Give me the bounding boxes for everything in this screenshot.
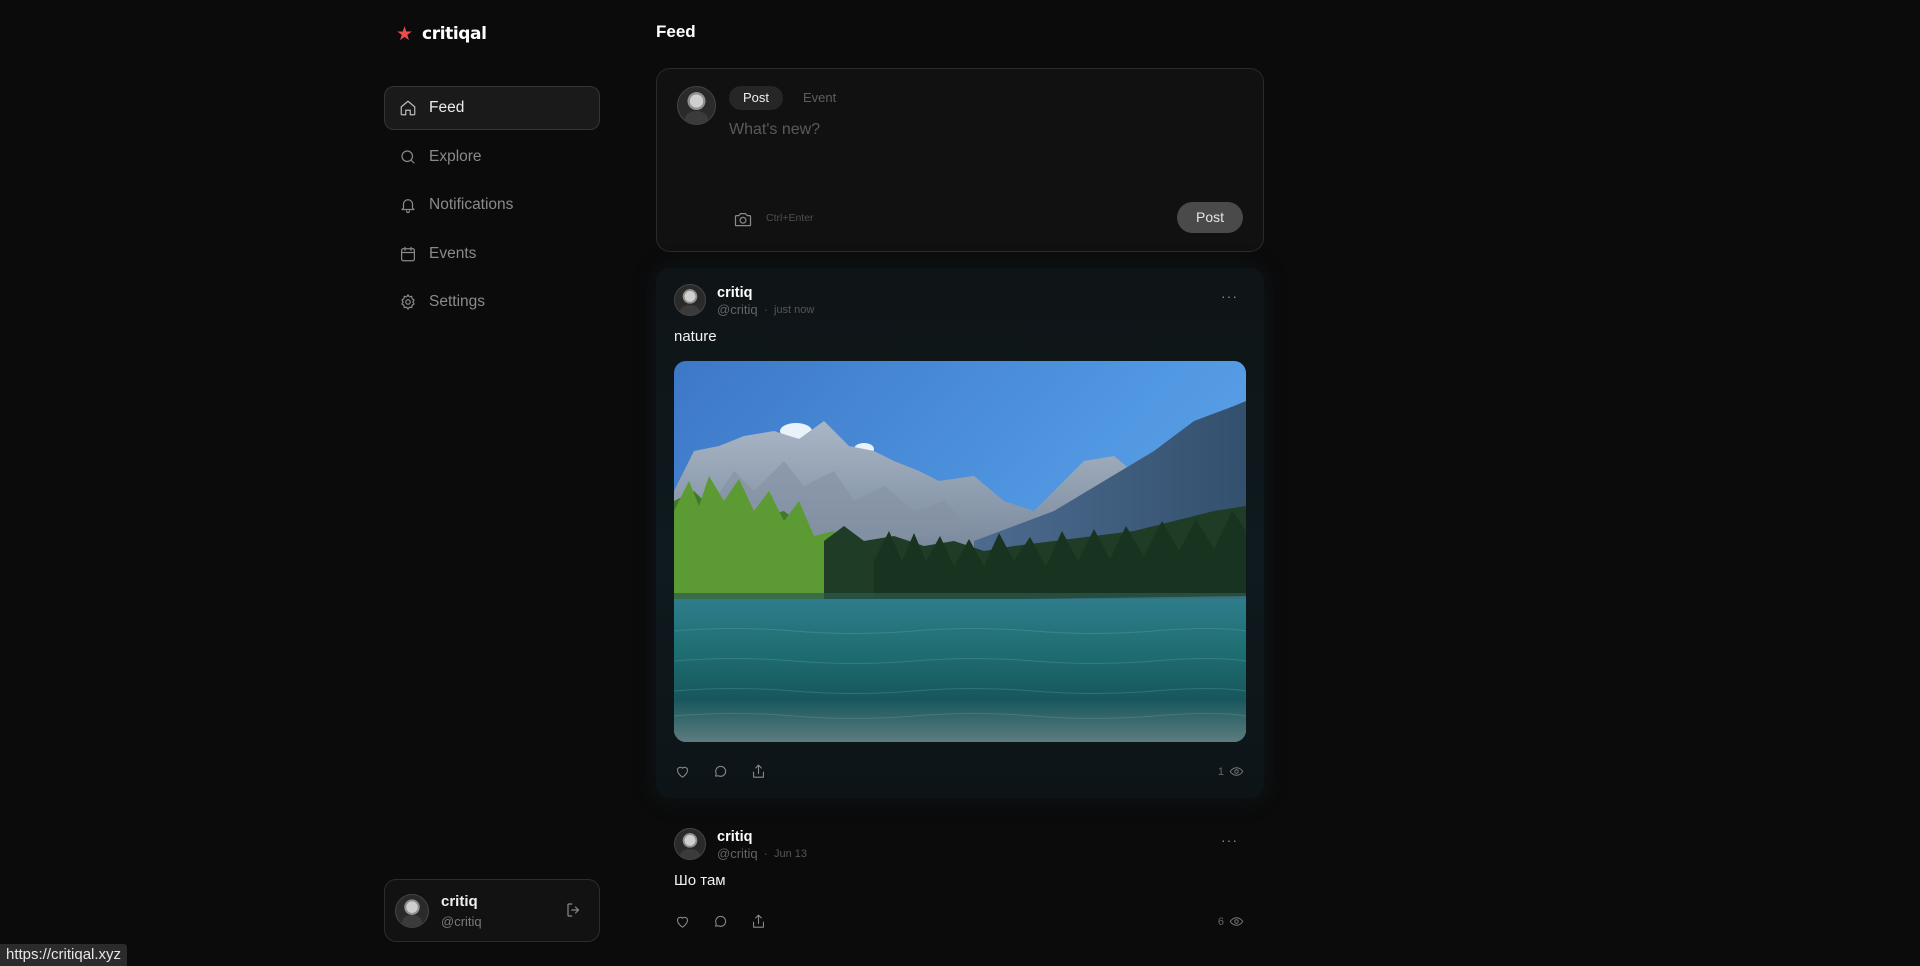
share-button[interactable]: [750, 763, 768, 781]
avatar: [677, 86, 716, 125]
sidebar-item-events[interactable]: Events: [384, 232, 600, 276]
share-button[interactable]: [750, 913, 768, 931]
current-user-card[interactable]: critiq @critiq: [384, 879, 600, 942]
like-button[interactable]: [674, 913, 692, 931]
comment-icon: [715, 915, 727, 927]
post-actions: [674, 763, 768, 781]
post-text: nature: [674, 328, 717, 345]
post-time: just now: [774, 303, 815, 316]
tab-post[interactable]: Post: [729, 86, 784, 110]
app: ★ critiqal Feed Explore Notifications Ev…: [0, 0, 1920, 966]
feed-post: critiq @critiq · just now ··· nature 1: [656, 268, 1264, 798]
post-actions: [674, 913, 768, 931]
sidebar-item-settings[interactable]: Settings: [384, 280, 600, 324]
comment-button[interactable]: [712, 913, 730, 931]
composer-tabs: Post Event: [729, 86, 850, 110]
home-icon: [400, 100, 416, 116]
view-count: 6: [1218, 914, 1244, 929]
post-time: Jun 13: [774, 847, 808, 860]
post-handle[interactable]: @critiq: [717, 846, 758, 861]
comment-button[interactable]: [712, 763, 730, 781]
meta-separator: ·: [763, 302, 768, 317]
user-name: critiq: [441, 892, 478, 910]
sidebar-item-label: Explore: [429, 147, 482, 165]
attach-photo-button[interactable]: [733, 209, 755, 231]
user-handle: @critiq: [441, 913, 482, 929]
bell-icon: [401, 199, 415, 214]
meta-separator: ·: [763, 846, 768, 861]
shortcut-hint: Ctrl+Enter: [766, 212, 814, 224]
post-text: Шо там: [674, 872, 726, 889]
comment-icon: [715, 765, 727, 777]
camera-icon: [734, 212, 752, 227]
sidebar: ★ critiqal Feed Explore Notifications Ev…: [384, 0, 600, 966]
like-button[interactable]: [674, 763, 692, 781]
calendar-icon: [401, 246, 415, 261]
heart-icon: [677, 766, 688, 778]
post-meta: @critiq · just now: [717, 302, 814, 317]
eye-icon: [1229, 917, 1244, 926]
sidebar-item-label: Feed: [429, 99, 465, 116]
post-image[interactable]: [674, 361, 1246, 742]
post-author[interactable]: critiq: [717, 285, 752, 301]
more-options-button[interactable]: ···: [1221, 288, 1238, 304]
more-options-button[interactable]: ···: [1221, 832, 1238, 848]
search-icon: [401, 149, 415, 164]
avatar: [395, 893, 429, 928]
feed-post: critiq @critiq · Jun 13 ··· Шо там 6: [656, 812, 1264, 962]
view-count: 1: [1218, 764, 1244, 779]
landscape-photo: [674, 361, 1246, 742]
eye-icon: [1229, 767, 1244, 776]
sidebar-nav: Feed Explore Notifications Events Settin…: [384, 86, 600, 329]
tab-event[interactable]: Event: [789, 86, 850, 110]
sidebar-item-label: Notifications: [429, 196, 514, 213]
star-icon: ★: [396, 23, 414, 45]
post-button[interactable]: Post: [1177, 202, 1243, 233]
logout-icon: [567, 903, 580, 917]
post-author[interactable]: critiq: [717, 829, 752, 845]
post-handle[interactable]: @critiq: [717, 302, 758, 317]
logout-button[interactable]: [565, 901, 585, 921]
brand-logo[interactable]: ★ critiqal: [396, 24, 487, 44]
avatar[interactable]: [674, 828, 706, 860]
post-meta: @critiq · Jun 13: [717, 846, 807, 861]
gear-icon: [401, 294, 415, 310]
view-count-value: 6: [1217, 915, 1224, 928]
sidebar-item-explore[interactable]: Explore: [384, 135, 600, 179]
page-title: Feed: [656, 22, 696, 41]
share-icon: [753, 914, 764, 928]
user-card-text: critiq @critiq: [441, 893, 482, 929]
share-icon: [753, 764, 764, 778]
brand-name: critiqal: [422, 24, 487, 44]
sidebar-item-feed[interactable]: Feed: [384, 86, 600, 130]
post-composer: Post Event Ctrl+Enter Post: [656, 68, 1264, 252]
sidebar-item-notifications[interactable]: Notifications: [384, 183, 600, 227]
composer-input[interactable]: [729, 121, 1229, 191]
heart-icon: [677, 916, 688, 928]
view-count-value: 1: [1217, 765, 1224, 778]
status-bar-url: https://critiqal.xyz: [0, 944, 128, 966]
avatar[interactable]: [674, 284, 706, 316]
sidebar-item-label: Events: [429, 244, 477, 262]
sidebar-item-label: Settings: [429, 293, 486, 310]
